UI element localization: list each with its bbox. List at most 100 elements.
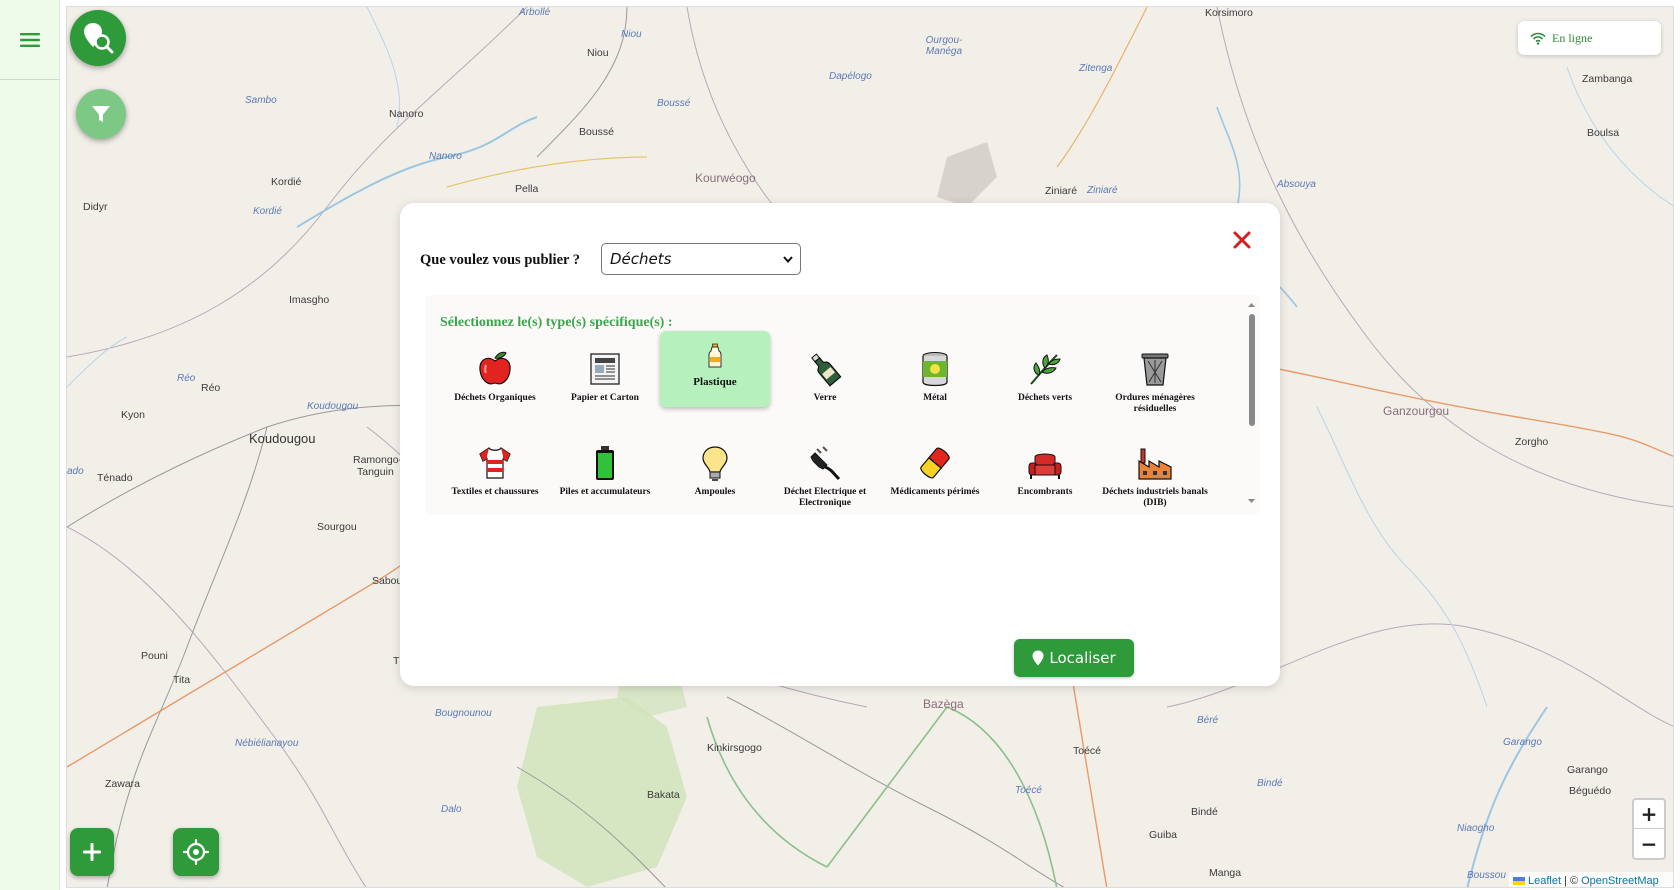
chevron-down-icon	[783, 256, 793, 264]
types-scrollbar[interactable]	[1243, 295, 1260, 515]
ukraine-flag-icon	[1513, 876, 1525, 885]
can-icon	[922, 352, 948, 387]
locate-me-button[interactable]	[173, 828, 219, 876]
map-place-label: Absouya	[1277, 179, 1316, 190]
type-label: Métal	[923, 393, 947, 403]
search-location-button[interactable]	[70, 10, 126, 66]
map-place-label: Pouni	[141, 650, 168, 662]
type-label: Plastique	[693, 376, 737, 388]
type-label: Déchets industriels banals (DIB)	[1102, 487, 1208, 508]
wifi-icon	[1530, 32, 1546, 45]
sidebar-divider	[0, 79, 60, 80]
sofa-icon	[1028, 453, 1062, 479]
map-place-label: Kordié	[253, 206, 282, 217]
menu-button[interactable]	[8, 22, 52, 58]
close-icon	[1233, 231, 1251, 249]
map-place-label: Boussou	[1467, 870, 1506, 881]
type-metal[interactable]: Métal	[880, 341, 990, 417]
map-place-label: Niou	[621, 29, 642, 40]
category-select[interactable]: Déchets	[601, 243, 801, 275]
apple-icon	[479, 351, 511, 385]
type-label: Ordures ménagères résiduelles	[1115, 393, 1195, 414]
pill-icon	[920, 447, 950, 479]
add-button[interactable]	[70, 828, 114, 876]
map-place-label: Dalo	[441, 804, 462, 815]
factory-icon	[1138, 448, 1172, 480]
map-place-label: Bindé	[1191, 806, 1218, 818]
type-label: Verre	[813, 393, 837, 403]
map-place-label: Niaogho	[1457, 823, 1495, 834]
map-place-label: Sambo	[245, 95, 277, 106]
map-place-label: Toécé	[1073, 745, 1102, 757]
map-search-icon	[84, 23, 114, 54]
attribution-separator: | ©	[1564, 874, 1579, 887]
type-organic[interactable]: Déchets Organiques	[440, 341, 550, 417]
map-place-label: Zawara	[105, 778, 141, 790]
type-bulky[interactable]: Encombrants	[990, 435, 1100, 511]
type-label: Papier et Carton	[571, 393, 639, 403]
map-place-label: Nanoro	[389, 108, 424, 120]
crosshair-icon	[183, 839, 209, 865]
map-place-label: Tita	[173, 674, 191, 686]
map-place-label: Niou	[587, 47, 609, 59]
types-heading: Sélectionnez le(s) type(s) spécifique(s)…	[440, 315, 673, 330]
map-place-label: Bazèga	[923, 697, 964, 711]
map-place-label: Réo	[201, 382, 221, 394]
type-label: Déchet Electrique et Electronique	[783, 487, 867, 508]
map-place-label: Garango	[1567, 764, 1608, 776]
type-textiles[interactable]: Textiles et chaussures	[440, 435, 550, 511]
type-paper[interactable]: Papier et Carton	[550, 341, 660, 417]
map-place-label: Zambanga	[1582, 73, 1633, 85]
publish-modal: Que voulez vous publier ? Déchets Sélect…	[400, 203, 1280, 686]
app-root: Korsimoro Arbollé Niou Niou Ourgou-Manég…	[0, 0, 1680, 890]
close-button[interactable]	[1230, 228, 1254, 252]
category-select-value: Déchets	[610, 250, 672, 268]
leaf-icon	[1030, 354, 1061, 385]
map-place-label: Nanoro	[429, 151, 462, 162]
map-place-label: Ziniaré	[1045, 185, 1078, 197]
type-medicine[interactable]: Médicaments périmés	[880, 435, 990, 511]
map-place-label: Koudougou	[307, 401, 359, 412]
type-industrial[interactable]: Déchets industriels banals (DIB)	[1100, 435, 1210, 511]
openstreetmap-link[interactable]: OpenStreetMap	[1581, 875, 1659, 887]
map-place-label: Béguédo	[1569, 785, 1612, 797]
type-label: Ampoules	[694, 487, 736, 497]
filter-button[interactable]	[76, 89, 126, 139]
plus-icon	[83, 843, 101, 861]
map-place-label: Zorgho	[1515, 436, 1549, 448]
zoom-out-button[interactable]: −	[1634, 829, 1664, 858]
type-label: Piles et accumulateurs	[559, 487, 651, 497]
map-place-label: Manga	[1209, 867, 1242, 879]
map-place-label: Ourgou-Manéga	[925, 35, 963, 57]
map-place-label: Zitenga	[1079, 63, 1113, 74]
scrollbar-thumb[interactable]	[1249, 314, 1255, 426]
filter-icon	[92, 106, 110, 122]
map-place-label: Dapélogo	[829, 71, 872, 82]
scroll-up-arrow-icon	[1248, 303, 1255, 307]
shirt-icon	[479, 447, 511, 479]
type-bulbs[interactable]: Ampoules	[660, 435, 770, 511]
map-place-label: Kyon	[121, 409, 145, 421]
map-place-label: Sourgou	[317, 521, 357, 533]
type-green-waste[interactable]: Déchets verts	[990, 341, 1100, 417]
glass-bottle-icon	[811, 353, 842, 387]
types-panel: Sélectionnez le(s) type(s) spécifique(s)…	[425, 295, 1260, 515]
map-place-label: Didyr	[83, 201, 108, 213]
type-plastic[interactable]: Plastique	[660, 331, 770, 407]
map-place-label: Bakata	[647, 789, 680, 801]
type-label: Médicaments périmés	[890, 487, 980, 497]
map-place-label: Garango	[1503, 737, 1542, 748]
type-batteries[interactable]: Piles et accumulateurs	[550, 435, 660, 511]
type-household[interactable]: Ordures ménagères résiduelles	[1100, 341, 1210, 417]
map-place-label: Boussé	[579, 126, 615, 138]
hamburger-menu-icon	[20, 33, 40, 47]
map-place-label: Koudougou	[249, 431, 316, 446]
zoom-in-button[interactable]: +	[1634, 800, 1664, 829]
localiser-button[interactable]: Localiser	[1014, 639, 1134, 677]
map-place-label: Kourwéogo	[695, 171, 756, 185]
map-place-label: Pella	[515, 183, 539, 195]
type-electronic[interactable]: Déchet Electrique et Electronique	[770, 435, 880, 511]
type-label: Déchets verts	[1017, 393, 1073, 403]
type-glass[interactable]: Verre	[770, 341, 880, 417]
leaflet-link[interactable]: Leaflet	[1528, 875, 1561, 887]
